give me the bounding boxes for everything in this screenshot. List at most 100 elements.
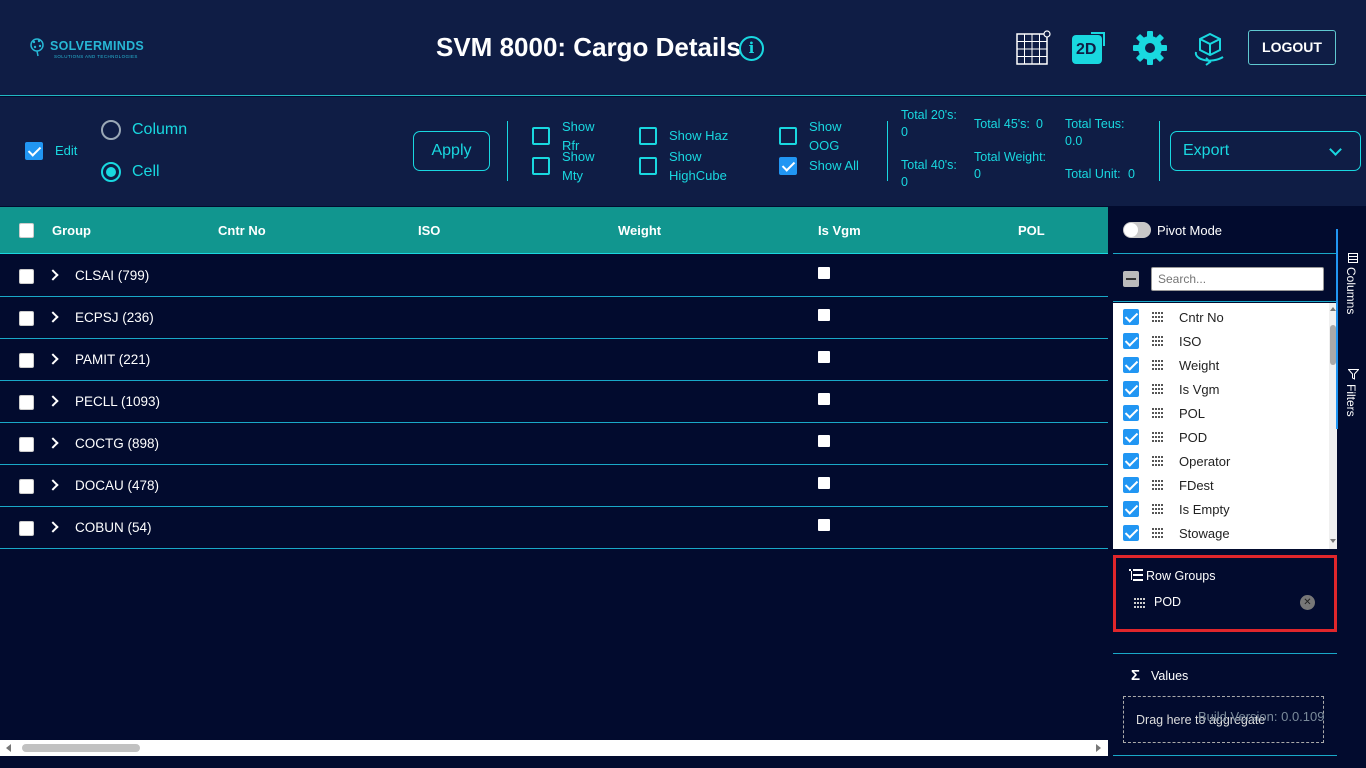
drag-handle-icon[interactable] (1152, 503, 1164, 515)
table-row[interactable]: COCTG (898) (0, 423, 1108, 465)
drag-handle-icon[interactable] (1152, 407, 1164, 419)
column-checkbox[interactable] (1123, 357, 1139, 373)
logout-button[interactable]: LOGOUT (1248, 30, 1336, 65)
is-vgm-checkbox[interactable] (818, 267, 830, 279)
is-vgm-checkbox[interactable] (818, 519, 830, 531)
table-row[interactable]: DOCAU (478) (0, 465, 1108, 507)
column-checkbox[interactable] (1123, 333, 1139, 349)
row-checkbox[interactable] (19, 311, 34, 326)
show-mty-checkbox[interactable] (532, 157, 550, 175)
column-item-stowage[interactable]: Stowage (1113, 521, 1323, 545)
drag-handle-icon[interactable] (1152, 527, 1164, 539)
tab-columns[interactable]: Columns (1344, 267, 1358, 314)
scroll-left-icon[interactable] (6, 744, 11, 752)
cell-mode-radio[interactable] (101, 162, 121, 182)
column-mode-radio[interactable] (101, 120, 121, 140)
row-checkbox[interactable] (19, 353, 34, 368)
column-item-fdest[interactable]: FDest (1113, 473, 1323, 497)
chevron-right-icon[interactable] (47, 521, 59, 533)
chevron-right-icon[interactable] (47, 437, 59, 449)
is-vgm-checkbox[interactable] (818, 393, 830, 405)
column-checkbox[interactable] (1123, 309, 1139, 325)
show-haz-checkbox[interactable] (639, 127, 657, 145)
is-vgm-checkbox[interactable] (818, 477, 830, 489)
column-item-operator[interactable]: Operator (1113, 449, 1323, 473)
drag-handle-icon[interactable] (1152, 455, 1164, 467)
column-header-iso[interactable]: ISO (418, 223, 440, 238)
tab-filters[interactable]: Filters (1344, 384, 1358, 417)
apply-button[interactable]: Apply (413, 131, 490, 171)
row-checkbox[interactable] (19, 437, 34, 452)
chevron-right-icon[interactable] (47, 353, 59, 365)
row-checkbox[interactable] (19, 269, 34, 284)
drag-handle-icon[interactable] (1152, 359, 1164, 371)
row-checkbox[interactable] (19, 521, 34, 536)
column-item-label: Is Vgm (1179, 382, 1220, 397)
column-header-pol[interactable]: POL (1018, 223, 1045, 238)
table-row[interactable]: COBUN (54) (0, 507, 1108, 549)
row-checkbox[interactable] (19, 479, 34, 494)
horizontal-scrollbar[interactable] (0, 740, 1108, 756)
export-dropdown[interactable]: Export (1170, 131, 1361, 171)
is-vgm-checkbox[interactable] (818, 309, 830, 321)
column-item-pod[interactable]: POD (1113, 425, 1323, 449)
is-vgm-checkbox[interactable] (818, 435, 830, 447)
remove-row-group-icon[interactable]: ✕ (1300, 595, 1315, 610)
show-highcube-checkbox[interactable] (639, 157, 657, 175)
column-item-iso[interactable]: ISO (1113, 329, 1323, 353)
table-row[interactable]: PAMIT (221) (0, 339, 1108, 381)
scroll-right-icon[interactable] (1096, 744, 1101, 752)
column-item-pol[interactable]: POL (1113, 401, 1323, 425)
column-checkbox[interactable] (1123, 453, 1139, 469)
info-icon[interactable]: i (739, 36, 764, 61)
column-checkbox[interactable] (1123, 501, 1139, 517)
column-header-cntr-no[interactable]: Cntr No (218, 223, 266, 238)
drag-handle-icon[interactable] (1152, 311, 1164, 323)
column-item-is-empty[interactable]: Is Empty (1113, 497, 1323, 521)
drag-handle-icon[interactable] (1134, 597, 1146, 609)
gear-icon[interactable] (1132, 30, 1168, 66)
is-vgm-checkbox[interactable] (818, 351, 830, 363)
3d-rotate-icon[interactable] (1192, 30, 1228, 66)
chevron-right-icon[interactable] (47, 479, 59, 491)
column-checkbox[interactable] (1123, 381, 1139, 397)
column-header-group[interactable]: Group (52, 223, 91, 238)
table-row[interactable]: ECPSJ (236) (0, 297, 1108, 339)
show-rfr-checkbox[interactable] (532, 127, 550, 145)
column-item-weight[interactable]: Weight (1113, 353, 1323, 377)
column-checkbox[interactable] (1123, 405, 1139, 421)
view-2d-button[interactable]: 2D (1071, 30, 1107, 66)
drag-handle-icon[interactable] (1152, 335, 1164, 347)
column-checkbox[interactable] (1123, 477, 1139, 493)
chevron-right-icon[interactable] (47, 269, 59, 281)
column-checkbox[interactable] (1123, 525, 1139, 541)
chevron-right-icon[interactable] (47, 395, 59, 407)
chevron-right-icon[interactable] (47, 311, 59, 323)
select-all-columns-checkbox[interactable] (1123, 271, 1139, 287)
column-item-label: Stowage (1179, 526, 1230, 541)
scroll-down-icon[interactable] (1330, 539, 1336, 543)
show-all-checkbox[interactable] (779, 157, 797, 175)
column-item-cntr-no[interactable]: Cntr No (1113, 305, 1323, 329)
edit-checkbox[interactable] (25, 142, 43, 160)
table-row[interactable]: CLSAI (799) (0, 255, 1108, 297)
total-40-label: Total 40's: (901, 158, 957, 172)
pivot-mode-toggle[interactable] (1123, 222, 1151, 238)
scrollbar-thumb[interactable] (22, 744, 140, 752)
drag-handle-icon[interactable] (1152, 479, 1164, 491)
column-item-is-vgm[interactable]: Is Vgm (1113, 377, 1323, 401)
row-groups-drop-zone[interactable] (1113, 555, 1337, 632)
row-group-item-pod[interactable]: POD (1154, 595, 1181, 609)
column-header-is-vgm[interactable]: Is Vgm (818, 223, 861, 238)
show-oog-checkbox[interactable] (779, 127, 797, 145)
grid-layout-icon[interactable] (1015, 30, 1051, 66)
drag-handle-icon[interactable] (1152, 431, 1164, 443)
column-checkbox[interactable] (1123, 429, 1139, 445)
drag-handle-icon[interactable] (1152, 383, 1164, 395)
column-header-weight[interactable]: Weight (618, 223, 661, 238)
select-all-rows-checkbox[interactable] (19, 223, 34, 238)
column-search-input[interactable] (1151, 267, 1324, 291)
row-checkbox[interactable] (19, 395, 34, 410)
solverminds-logo: SOLVERMINDS SOLUTIONS AND TECHNOLOGIES (28, 34, 163, 62)
table-row[interactable]: PECLL (1093) (0, 381, 1108, 423)
